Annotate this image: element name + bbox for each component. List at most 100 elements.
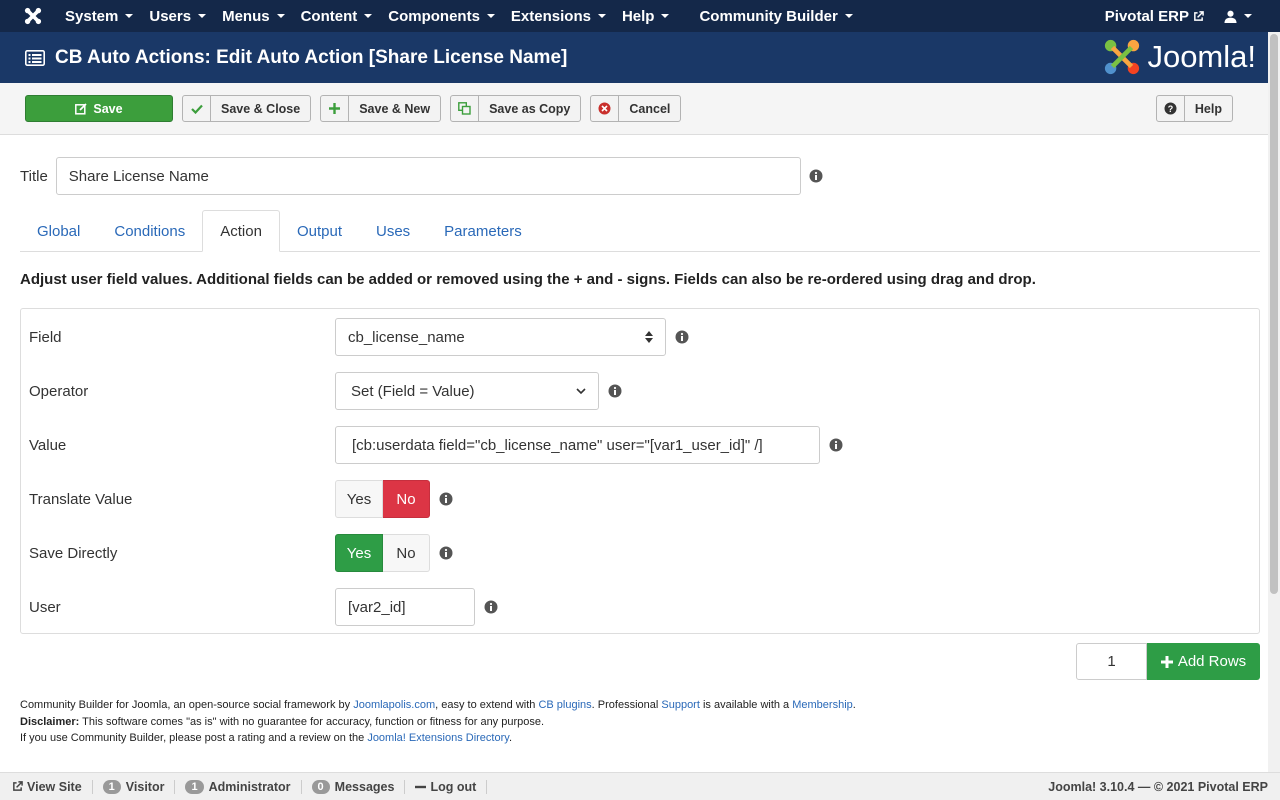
support-link[interactable]: Support [661, 699, 700, 711]
menu-label: Help [621, 7, 655, 25]
save-directly-toggle: Yes No [335, 534, 430, 572]
messages-badge: 0 [311, 779, 330, 794]
cancel-label: Cancel [629, 101, 671, 116]
admin-count[interactable]: 1 Administrator [175, 779, 302, 794]
menu-extensions[interactable]: Extensions [504, 0, 615, 32]
tab-parameters[interactable]: Parameters [427, 210, 539, 252]
tab-uses[interactable]: Uses [359, 210, 427, 252]
jed-link[interactable]: Joomla! Extensions Directory [367, 732, 509, 744]
menu-users[interactable]: Users [142, 0, 215, 32]
caret-down-icon [1244, 14, 1252, 18]
messages-label: Messages [334, 779, 395, 794]
visitor-badge: 1 [102, 779, 121, 794]
save-directly-row: Save Directly Yes No [29, 534, 453, 572]
add-rows-group: 1 Add Rows [1076, 643, 1260, 680]
save-button[interactable]: Save [25, 95, 173, 122]
info-icon[interactable] [484, 600, 498, 614]
external-link-icon [1194, 10, 1204, 21]
visitor-count[interactable]: 1 Visitor [93, 779, 176, 794]
add-rows-label: Add Rows [1177, 653, 1247, 670]
info-icon[interactable] [809, 169, 823, 183]
menu-content[interactable]: Content [294, 0, 382, 32]
note-text: , easy to extend with [435, 699, 539, 711]
field-value: cb_license_name [348, 328, 465, 346]
operator-select[interactable]: Set (Field = Value) [335, 372, 599, 410]
version-text: Joomla! 3.10.4 — © 2021 Pivotal ERP [1048, 779, 1268, 794]
info-icon[interactable] [608, 384, 622, 398]
navbar-right: Pivotal ERP [1105, 0, 1280, 32]
save-directly-label: Save Directly [29, 544, 118, 562]
field-select[interactable]: cb_license_name [335, 318, 666, 356]
plus-icon [321, 96, 350, 121]
caret-down-icon [661, 14, 670, 18]
user-menu[interactable] [1224, 10, 1280, 23]
info-icon[interactable] [439, 546, 453, 560]
joomla-logo: Joomla! [1103, 38, 1256, 76]
menu-label: System [65, 7, 119, 25]
info-icon[interactable] [675, 330, 689, 344]
disclaimer-label: Disclaimer: [20, 715, 80, 728]
info-icon[interactable] [829, 438, 843, 452]
save-copy-button[interactable]: Save as Copy [450, 95, 582, 122]
menu-system[interactable]: System [58, 0, 142, 32]
chevron-down-icon [576, 387, 586, 394]
title-input[interactable]: Share License Name [55, 157, 801, 195]
user-row: User [var2_id] [29, 588, 498, 626]
save-directly-yes-button[interactable]: Yes [335, 534, 383, 572]
operator-value: Set (Field = Value) [351, 382, 475, 400]
translate-no-button[interactable]: No [383, 480, 430, 518]
menu-label: Community Builder [699, 7, 838, 25]
value-input[interactable]: [cb:userdata field="cb_license_name" use… [335, 426, 820, 464]
view-site-label: View Site [27, 779, 82, 794]
title-row: Title Share License Name [20, 157, 823, 195]
messages-count[interactable]: 0 Messages [302, 779, 406, 794]
menu-components[interactable]: Components [381, 0, 504, 32]
save-directly-no-button[interactable]: No [383, 534, 430, 572]
disclaimer-line: Disclaimer: This software comes "as is" … [20, 714, 856, 731]
menu-label: Components [388, 7, 480, 25]
add-rows-button[interactable]: Add Rows [1147, 643, 1260, 680]
list-icon [25, 49, 45, 66]
save-close-button[interactable]: Save & Close [182, 95, 312, 122]
user-value: [var2_id] [348, 598, 406, 616]
tab-action[interactable]: Action [202, 210, 280, 252]
value-label: Value [29, 436, 67, 454]
user-input[interactable]: [var2_id] [335, 588, 475, 626]
toolbar: Save Save & Close Save & New Save as Cop… [0, 83, 1268, 135]
rows-count-input[interactable]: 1 [1076, 643, 1147, 680]
credits-line: Community Builder for Joomla, an open-so… [20, 697, 856, 714]
save-new-button[interactable]: Save & New [320, 95, 442, 122]
view-site-link[interactable]: View Site [0, 779, 93, 794]
logout-label: Log out [430, 779, 477, 794]
title-label: Title [20, 167, 48, 185]
help-button[interactable]: ? Help [1155, 95, 1233, 122]
note-text: If you use Community Builder, please pos… [20, 732, 368, 744]
site-link[interactable]: Pivotal ERP [1105, 8, 1224, 25]
action-description: Adjust user field values. Additional fie… [20, 271, 1036, 288]
caret-down-icon [276, 14, 285, 18]
cb-plugins-link[interactable]: CB plugins [538, 699, 591, 711]
cancel-button[interactable]: Cancel [590, 95, 682, 122]
page-header: CB Auto Actions: Edit Auto Action [Share… [0, 32, 1280, 83]
translate-yes-button[interactable]: Yes [335, 480, 383, 518]
joomlapolis-link[interactable]: Joomlapolis.com [353, 699, 435, 711]
logout-link[interactable]: Log out [405, 779, 488, 794]
menu-community-builder[interactable]: Community Builder [692, 0, 861, 32]
tab-output[interactable]: Output [280, 210, 359, 252]
save-copy-label: Save as Copy [489, 101, 571, 116]
footer-notes: Community Builder for Joomla, an open-so… [20, 697, 856, 747]
page-scrollbar[interactable] [1268, 32, 1280, 772]
joomla-menu-icon[interactable] [0, 7, 58, 25]
tab-global[interactable]: Global [20, 210, 97, 252]
scrollbar-thumb[interactable] [1270, 34, 1278, 594]
tab-conditions[interactable]: Conditions [97, 210, 202, 252]
menu-help[interactable]: Help [615, 0, 679, 32]
menu-menus[interactable]: Menus [215, 0, 294, 32]
membership-link[interactable]: Membership [792, 699, 853, 711]
admin-label: Administrator [208, 779, 291, 794]
translate-toggle: Yes No [335, 480, 430, 518]
caret-down-icon [364, 14, 373, 18]
note-text: . Professional [591, 699, 662, 711]
title-value: Share License Name [68, 167, 209, 185]
info-icon[interactable] [439, 492, 453, 506]
